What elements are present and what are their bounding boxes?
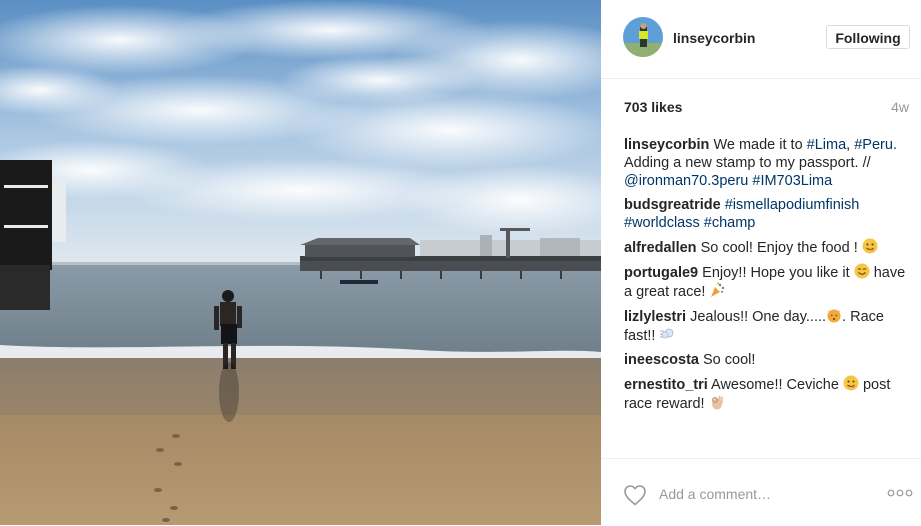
likes-count[interactable]: 703 likes [624, 99, 682, 115]
comment-username[interactable]: lizlylestri [624, 309, 686, 325]
list-item: lizlylestri Jealous!! One day...... Race… [624, 307, 909, 345]
heart-outline-icon[interactable] [623, 484, 647, 506]
comment-text: So cool! Enjoy the food ! [700, 240, 858, 256]
caption: linseycorbin We made it to #Lima, #Peru.… [624, 136, 909, 190]
beach-scene-image [0, 0, 601, 525]
comment-text: Jealous!! One day..... [690, 309, 827, 325]
kissing-cat-emoji-icon [827, 309, 841, 323]
hashtag-link[interactable]: #worldclass [624, 215, 700, 231]
list-item: portugale9 Enjoy!! Hope you like it have… [624, 263, 909, 301]
list-item: budsgreatride #ismellapodiumfinish #worl… [624, 196, 909, 232]
comment-text: Enjoy!! Hope you like it [702, 265, 850, 281]
comment-username[interactable]: budsgreatride [624, 197, 721, 213]
party-popper-emoji-icon [711, 282, 725, 297]
comment-username[interactable]: ernestito_tri [624, 377, 708, 393]
post-footer [601, 458, 921, 526]
hashtag-link[interactable]: #Lima [807, 137, 847, 153]
comment-username[interactable]: portugale9 [624, 265, 698, 281]
dash-emoji-icon [660, 328, 674, 339]
post-header: linseycorbin Following [601, 0, 921, 79]
comment-username[interactable]: alfredallen [624, 240, 697, 256]
list-item: ernestito_tri Awesome!! Ceviche post rac… [624, 375, 909, 413]
hashtag-link[interactable]: #IM703Lima [752, 173, 832, 189]
ok-hand-emoji-icon [711, 395, 723, 410]
hashtag-link[interactable]: #champ [704, 215, 756, 231]
avatar[interactable] [623, 17, 663, 57]
hashtag-link[interactable]: #Peru [854, 137, 893, 153]
mention-link[interactable]: @ironman70.3peru [624, 173, 748, 189]
more-options-icon[interactable] [887, 486, 913, 500]
list-item: ineescosta So cool! [624, 351, 909, 369]
post-age[interactable]: 4w [891, 99, 909, 115]
post-photo[interactable] [0, 0, 601, 525]
add-comment-input[interactable] [659, 483, 859, 505]
following-button[interactable]: Following [826, 25, 910, 49]
comment-username[interactable]: ineescosta [624, 352, 699, 368]
list-item: alfredallen So cool! Enjoy the food ! [624, 238, 909, 257]
yum-emoji-icon [843, 375, 859, 391]
smile-emoji-icon [854, 263, 870, 279]
comment-text: Awesome!! Ceviche [711, 377, 839, 393]
caption-text: We made it to [713, 137, 807, 153]
comments-list: linseycorbin We made it to #Lima, #Peru.… [624, 136, 909, 458]
comment-username[interactable]: linseycorbin [624, 137, 709, 153]
post-author-username[interactable]: linseycorbin [673, 30, 755, 46]
yum-emoji-icon [862, 238, 878, 254]
post-side-panel: linseycorbin Following 703 likes 4w lins… [601, 0, 921, 525]
comment-text: So cool! [703, 352, 756, 368]
hashtag-link[interactable]: #ismellapodiumfinish [725, 197, 860, 213]
